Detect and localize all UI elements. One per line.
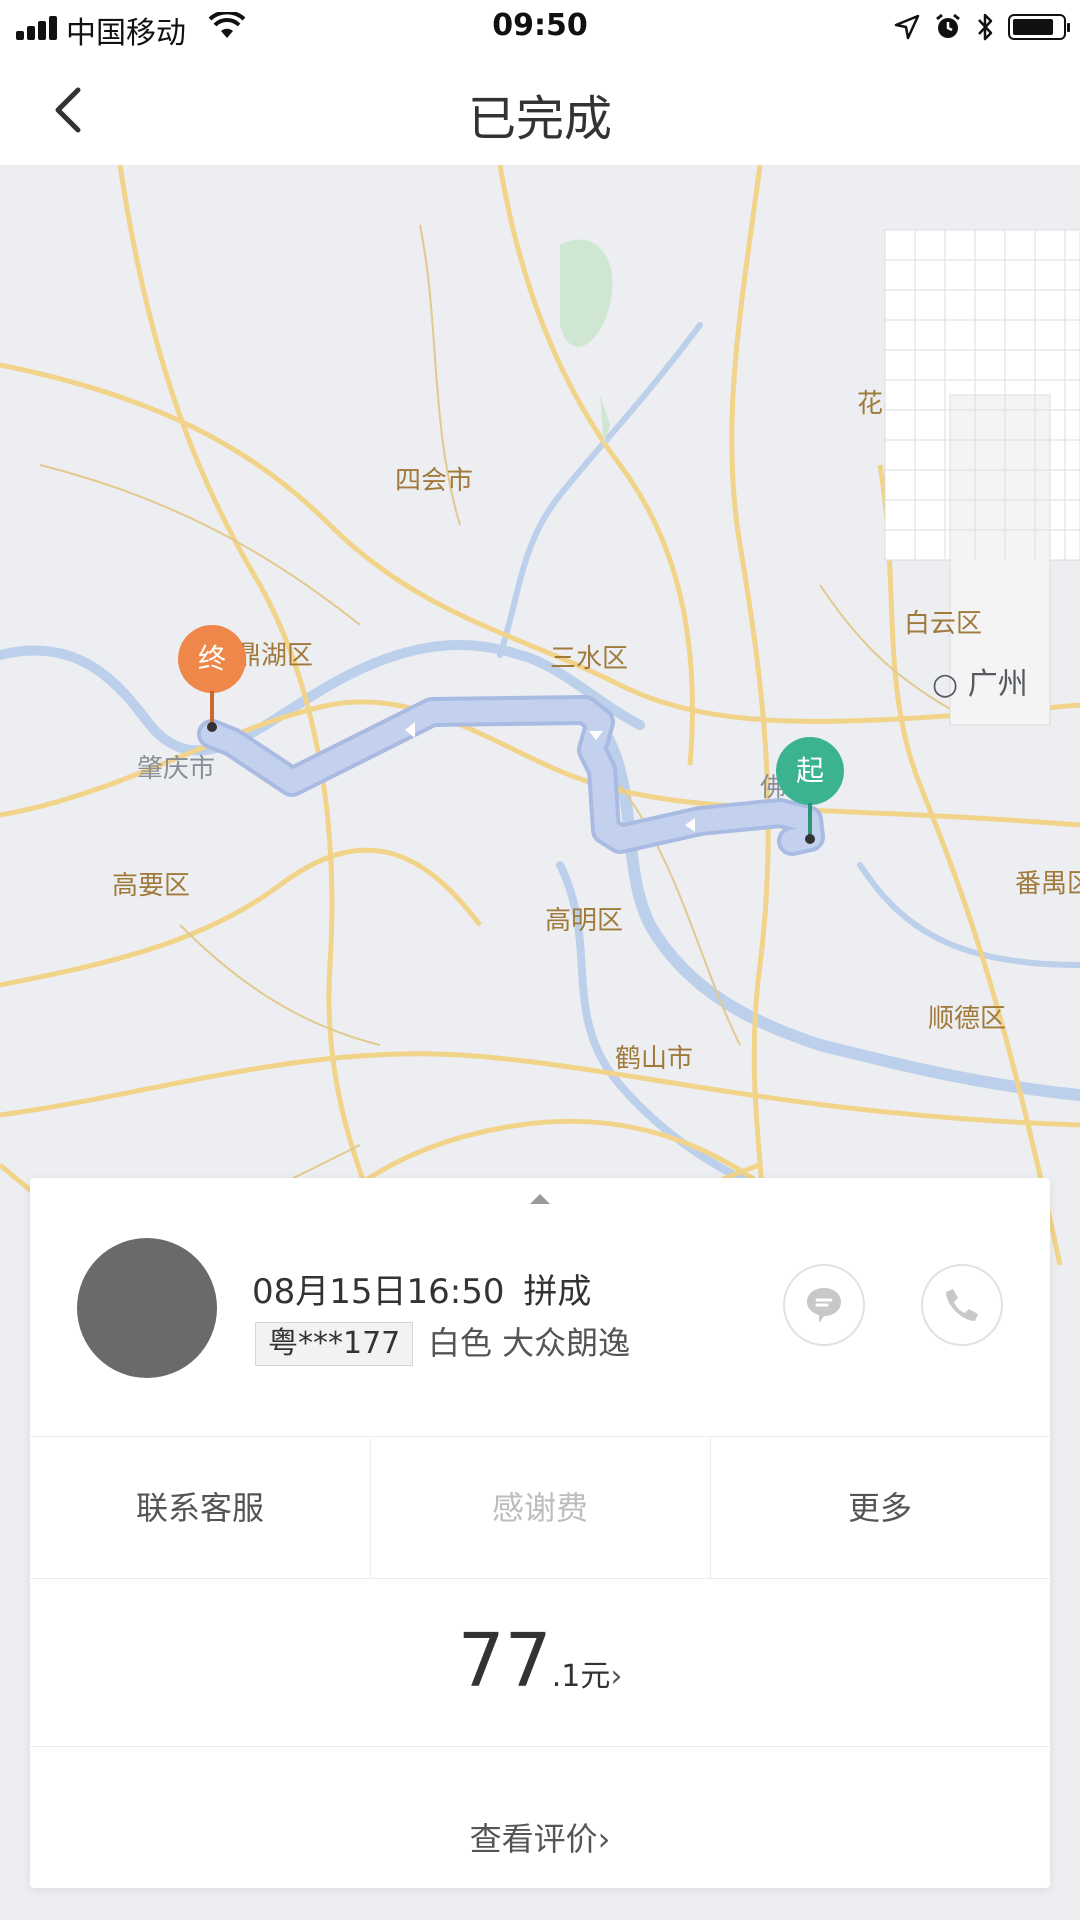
fare-integer: 77 [457,1618,552,1704]
start-pin: 起 [776,737,844,805]
map-label-guangzhou: ○ 广州 [932,667,1028,702]
trip-datetime-text: 08月15日16:50 [252,1272,505,1312]
fare-amount[interactable]: 77.1元› [30,1618,1050,1704]
map-label-hua: 花 [857,389,884,419]
alarm-icon [936,13,960,38]
nav-bar: 已完成 [0,55,1080,165]
tip-button[interactable]: 感谢费 [370,1438,710,1578]
contact-service-button[interactable]: 联系客服 [30,1438,370,1578]
map-label-sihui: 四会市 [395,466,474,496]
fare-chevron-icon: › [610,1659,623,1694]
map-label-zhaoqing: 肇庆市 [137,754,216,784]
trip-datetime: 08月15日16:50 拼成 [252,1264,591,1313]
message-icon [807,1288,841,1323]
more-button[interactable]: 更多 [710,1438,1050,1578]
map-label-heshan: 鹤山市 [615,1044,694,1074]
route-line [197,695,825,856]
map-label-shunde: 顺德区 [928,1004,1007,1034]
card-divider [30,1578,1050,1579]
driver-avatar [77,1238,217,1378]
view-review-button[interactable]: 查看评价› [30,1814,1050,1860]
fare-decimal: .1元 [551,1659,611,1694]
map-label-baiyun: 白云区 [904,609,983,639]
status-bar: 中国移动 09:50 [0,0,1080,55]
map-label-gaoming: 高明区 [545,906,624,936]
map-label-panyu: 番禺区 [1015,869,1080,899]
end-pin: 终 [178,625,246,693]
card-divider [30,1746,1050,1747]
map-label-dinghu: 鼎湖区 [235,641,314,671]
trip-card: 08月15日16:50 拼成 粤***177 白色 大众朗逸 联系客服 感谢费 … [30,1178,1050,1888]
map-tile-grid [884,229,1080,726]
car-description: 白色 大众朗逸 [428,1324,631,1362]
page-title: 已完成 [467,91,612,147]
phone-icon [946,1289,978,1321]
location-arrow-icon [894,14,920,40]
call-button[interactable] [921,1264,1003,1346]
trip-status: 拼成 [523,1272,592,1312]
start-pin-stem [808,803,812,837]
view-review-label: 查看评价 [469,1820,598,1858]
message-button[interactable] [783,1264,865,1346]
card-divider [30,1436,1050,1437]
bluetooth-icon [978,13,993,41]
end-pin-dot [207,722,217,732]
license-plate: 粤***177 [255,1322,414,1366]
end-pin-stem [210,691,214,725]
expand-handle-icon[interactable] [530,1194,550,1204]
battery-icon [1008,14,1070,40]
review-chevron-icon: › [597,1820,611,1858]
start-pin-dot [805,834,815,844]
map-label-gaoyao: 高要区 [112,871,191,901]
map-label-sanshui: 三水区 [550,644,629,674]
